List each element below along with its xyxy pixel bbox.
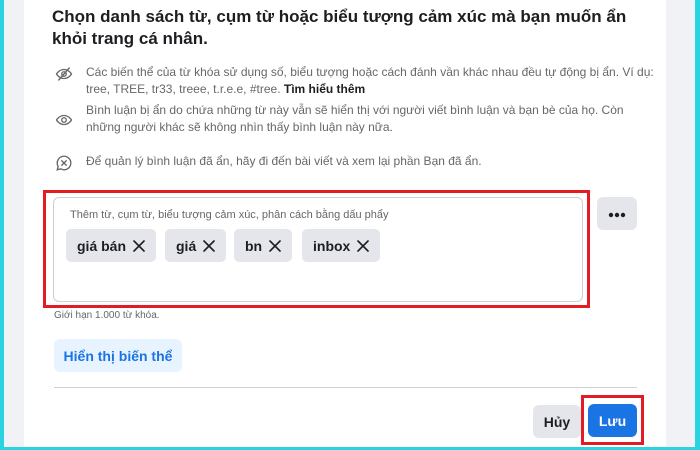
info-variants-text: Các biến thể của từ khóa sử dụng số, biể…: [86, 65, 654, 96]
show-variants-button[interactable]: Hiển thị biến thể: [54, 339, 182, 372]
learn-more-link[interactable]: Tìm hiểu thêm: [284, 82, 365, 96]
highlight-box: [43, 190, 590, 308]
more-icon: [608, 205, 626, 223]
info-visibility-text: Bình luận bị ẩn do chứa những từ này vẫn…: [86, 103, 624, 134]
dialog-title: Chọn danh sách từ, cụm từ hoặc biểu tượn…: [52, 7, 627, 48]
eye-icon: [54, 110, 74, 130]
more-options-button[interactable]: [597, 197, 637, 230]
comment-x-icon: [54, 153, 74, 173]
save-highlight-box: [581, 395, 644, 445]
keyword-limit-text: Giới hạn 1.000 từ khóa.: [54, 310, 160, 321]
info-manage-text: Để quản lý bình luận đã ẩn, hãy đi đến b…: [86, 154, 482, 168]
divider: [54, 387, 637, 388]
cancel-button[interactable]: Hủy: [533, 405, 581, 438]
eye-slash-icon: [54, 64, 74, 84]
